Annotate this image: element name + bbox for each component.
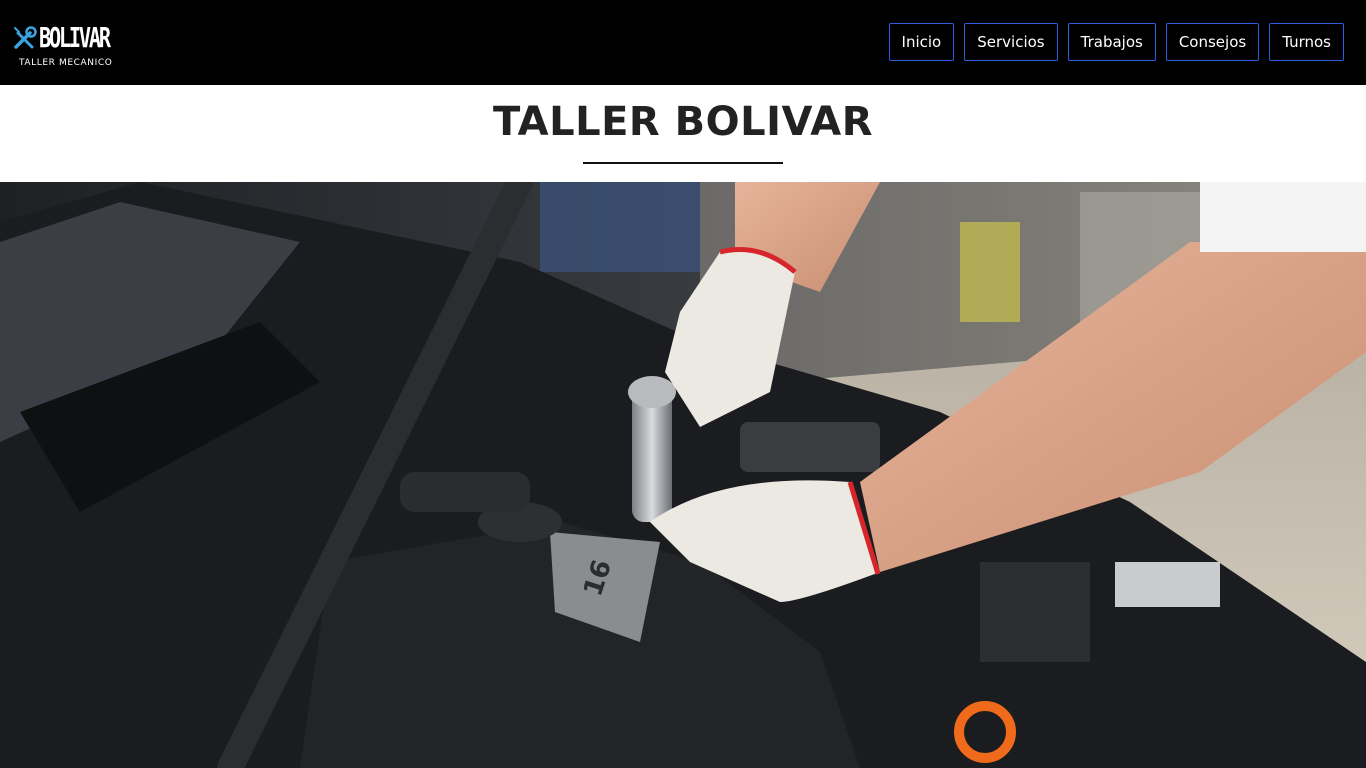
brand-name: BOLIVAR	[39, 21, 111, 54]
nav-trabajos[interactable]: Trabajos	[1067, 23, 1156, 61]
page-title: TALLER BOLIVAR	[492, 99, 874, 145]
hero-image: 16	[0, 182, 1366, 768]
nav-consejos[interactable]: Consejos	[1165, 23, 1260, 61]
nav-servicios[interactable]: Servicios	[964, 23, 1058, 61]
title-divider	[583, 162, 783, 164]
brand-tagline: TALLER MECANICO	[19, 58, 113, 68]
wrench-screwdriver-icon	[12, 25, 38, 51]
nav-turnos[interactable]: Turnos	[1269, 23, 1344, 61]
top-navbar: BOLIVAR TALLER MECANICO Inicio Servicios…	[0, 0, 1366, 85]
nav-inicio[interactable]: Inicio	[888, 23, 955, 61]
main-nav: Inicio Servicios Trabajos Consejos Turno…	[888, 23, 1344, 61]
title-section: TALLER BOLIVAR	[0, 85, 1366, 182]
brand-logo[interactable]: BOLIVAR TALLER MECANICO	[12, 18, 122, 70]
